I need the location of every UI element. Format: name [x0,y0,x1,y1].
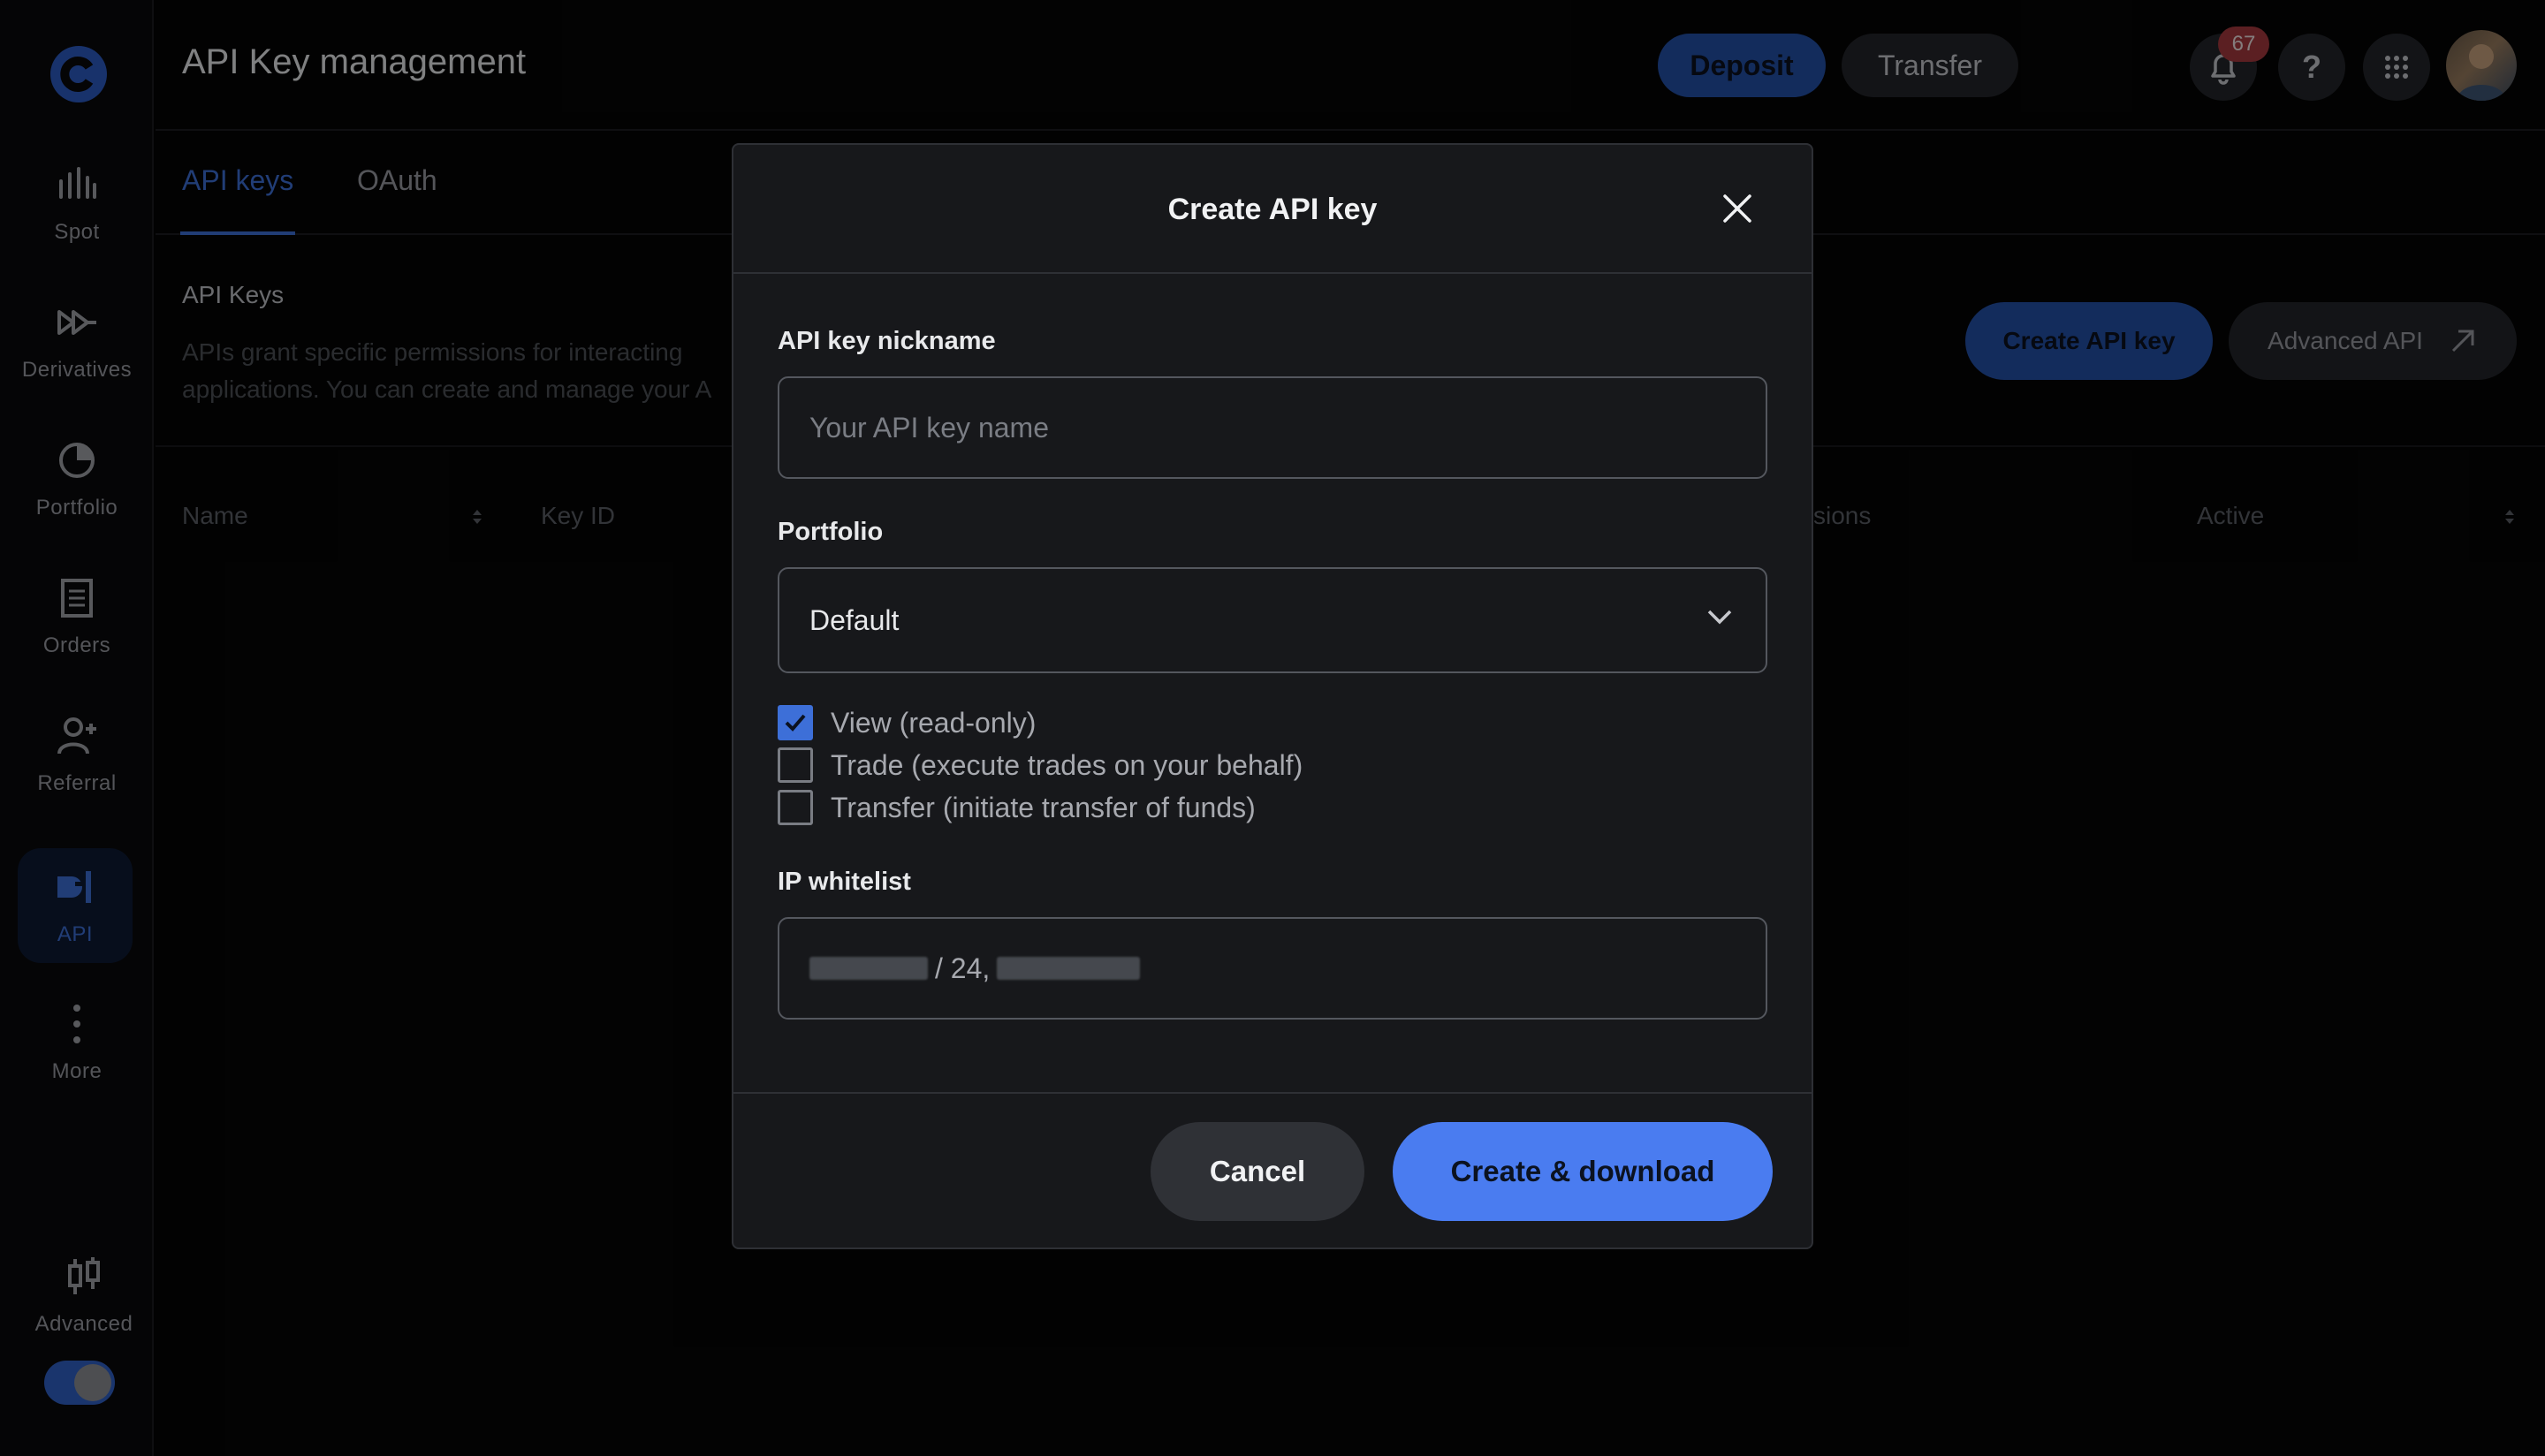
create-and-download-button[interactable]: Create & download [1393,1122,1773,1221]
api-key-nickname-input[interactable] [809,411,1766,444]
ip-whitelist-input[interactable]: / 24, [778,917,1767,1020]
dialog-footer: Cancel Create & download [733,1092,1812,1247]
permission-trade-row[interactable]: Trade (execute trades on your behalf) [778,747,1303,783]
cancel-button[interactable]: Cancel [1151,1122,1364,1221]
nickname-label: API key nickname [778,327,996,355]
permission-transfer-label: Transfer (initiate transfer of funds) [831,791,1256,823]
permission-view-checkbox[interactable] [778,705,813,740]
portfolio-select-value: Default [809,603,900,636]
portfolio-select[interactable]: Default [778,567,1767,673]
create-api-key-dialog: Create API key API key nickname Portfoli… [732,143,1813,1249]
permission-view-row[interactable]: View (read-only) [778,705,1036,740]
ip-whitelist-label: IP whitelist [778,868,911,896]
dialog-title: Create API key [1167,193,1378,226]
nickname-field-wrapper [778,376,1767,479]
permission-trade-checkbox[interactable] [778,747,813,783]
ip-whitelist-text: / 24, [935,952,991,984]
redacted-ip [997,957,1141,980]
dialog-header: Create API key [733,145,1812,274]
close-icon[interactable] [1720,191,1755,226]
permission-transfer-row[interactable]: Transfer (initiate transfer of funds) [778,790,1256,825]
permission-view-label: View (read-only) [831,706,1037,739]
checkmark-icon [785,714,806,732]
chevron-down-icon [1707,610,1732,625]
portfolio-label: Portfolio [778,518,884,546]
permission-trade-label: Trade (execute trades on your behalf) [831,748,1303,781]
permission-transfer-checkbox[interactable] [778,790,813,825]
redacted-ip [809,957,928,980]
